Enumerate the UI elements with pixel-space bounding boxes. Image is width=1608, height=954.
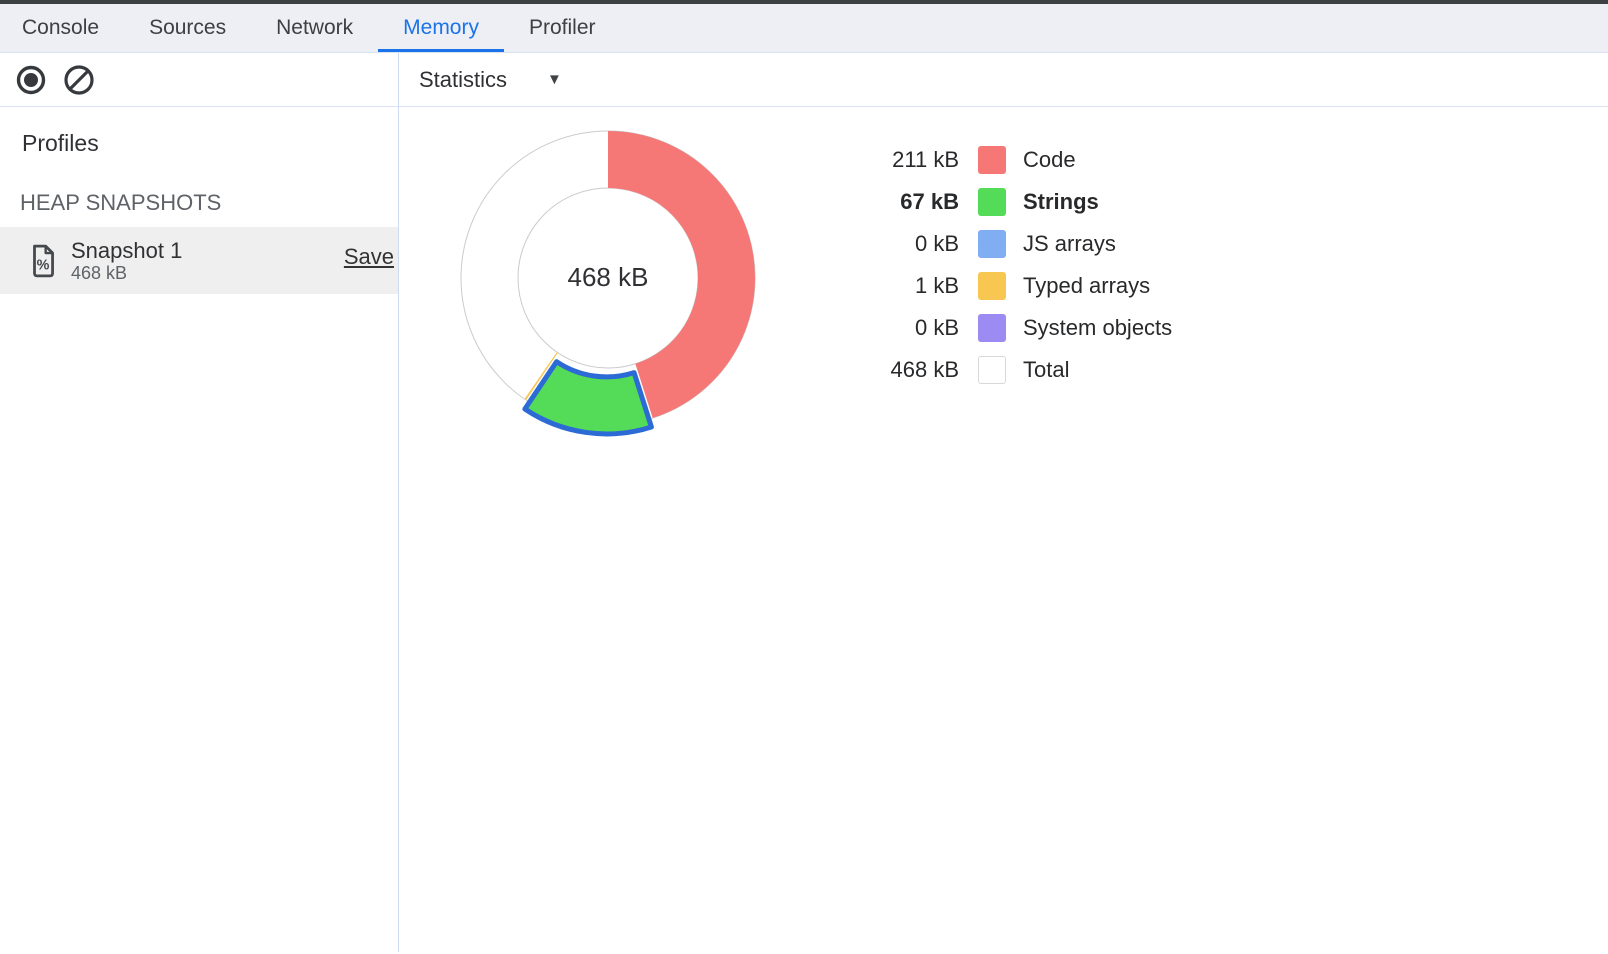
clear-all-profiles-button[interactable]	[63, 64, 95, 96]
legend-row-code[interactable]: 211 kB Code	[829, 139, 1172, 181]
legend-label-total: Total	[1023, 357, 1069, 383]
toolbar: Statistics ▼	[0, 53, 1608, 107]
svg-text:%: %	[37, 257, 50, 273]
content: Profiles HEAP SNAPSHOTS % Snapshot 1 468…	[0, 107, 1608, 952]
legend-value-strings: 67 kB	[829, 189, 959, 215]
heap-snapshot-icon: %	[30, 244, 56, 278]
legend-label-typed-arrays: Typed arrays	[1023, 273, 1150, 299]
clear-icon	[63, 64, 95, 96]
sidebar: Profiles HEAP SNAPSHOTS % Snapshot 1 468…	[0, 107, 399, 952]
tab-sources[interactable]: Sources	[124, 4, 251, 52]
legend-row-js-arrays[interactable]: 0 kB JS arrays	[829, 223, 1172, 265]
chevron-down-icon: ▼	[547, 71, 562, 88]
legend-value-total: 468 kB	[829, 357, 959, 383]
legend-swatch-code	[978, 146, 1006, 174]
legend-swatch-js-arrays	[978, 230, 1006, 258]
donut-center-label: 468 kB	[568, 262, 649, 292]
legend-swatch-system-objects	[978, 314, 1006, 342]
legend-row-system-objects[interactable]: 0 kB System objects	[829, 307, 1172, 349]
save-snapshot-link[interactable]: Save	[344, 244, 394, 270]
profiles-title: Profiles	[22, 130, 398, 157]
toolbar-right: Statistics ▼	[399, 53, 1608, 106]
legend-label-js-arrays: JS arrays	[1023, 231, 1116, 257]
statistics-panel: 468 kB 211 kB Code 67 kB Strings 0 kB JS arra…	[399, 107, 1608, 952]
snapshot-size: 468 kB	[71, 263, 344, 284]
heap-snapshots-section-title: HEAP SNAPSHOTS	[20, 190, 398, 216]
snapshot-texts: Snapshot 1 468 kB	[71, 238, 344, 284]
legend-swatch-total	[978, 356, 1006, 384]
legend-label-code: Code	[1023, 147, 1076, 173]
legend-row-typed-arrays[interactable]: 1 kB Typed arrays	[829, 265, 1172, 307]
legend-row-strings[interactable]: 67 kB Strings	[829, 181, 1172, 223]
sidebar-item-snapshot-1[interactable]: % Snapshot 1 468 kB Save	[0, 227, 398, 294]
tab-console[interactable]: Console	[0, 4, 124, 52]
legend-swatch-typed-arrays	[978, 272, 1006, 300]
legend-row-total[interactable]: 468 kB Total	[829, 349, 1172, 391]
legend-value-typed-arrays: 1 kB	[829, 273, 959, 299]
snapshot-name: Snapshot 1	[71, 238, 344, 263]
legend-value-system-objects: 0 kB	[829, 315, 959, 341]
legend-label-system-objects: System objects	[1023, 315, 1172, 341]
perspective-select-value: Statistics	[419, 67, 507, 93]
heap-statistics-donut-chart: 468 kB	[438, 108, 778, 448]
tab-bar: ConsoleSourcesNetworkMemoryProfiler	[0, 4, 1608, 53]
legend-value-code: 211 kB	[829, 147, 959, 173]
record-icon	[15, 64, 47, 96]
tab-profiler[interactable]: Profiler	[504, 4, 621, 52]
tab-network[interactable]: Network	[251, 4, 378, 52]
record-heap-snapshot-button[interactable]	[15, 64, 47, 96]
legend-value-js-arrays: 0 kB	[829, 231, 959, 257]
toolbar-left	[0, 53, 399, 106]
perspective-select[interactable]: Statistics ▼	[419, 67, 562, 93]
legend-swatch-strings	[978, 188, 1006, 216]
chart-legend: 211 kB Code 67 kB Strings 0 kB JS arrays 1 kB T…	[829, 139, 1172, 391]
tab-memory[interactable]: Memory	[378, 4, 504, 52]
legend-label-strings: Strings	[1023, 189, 1099, 215]
